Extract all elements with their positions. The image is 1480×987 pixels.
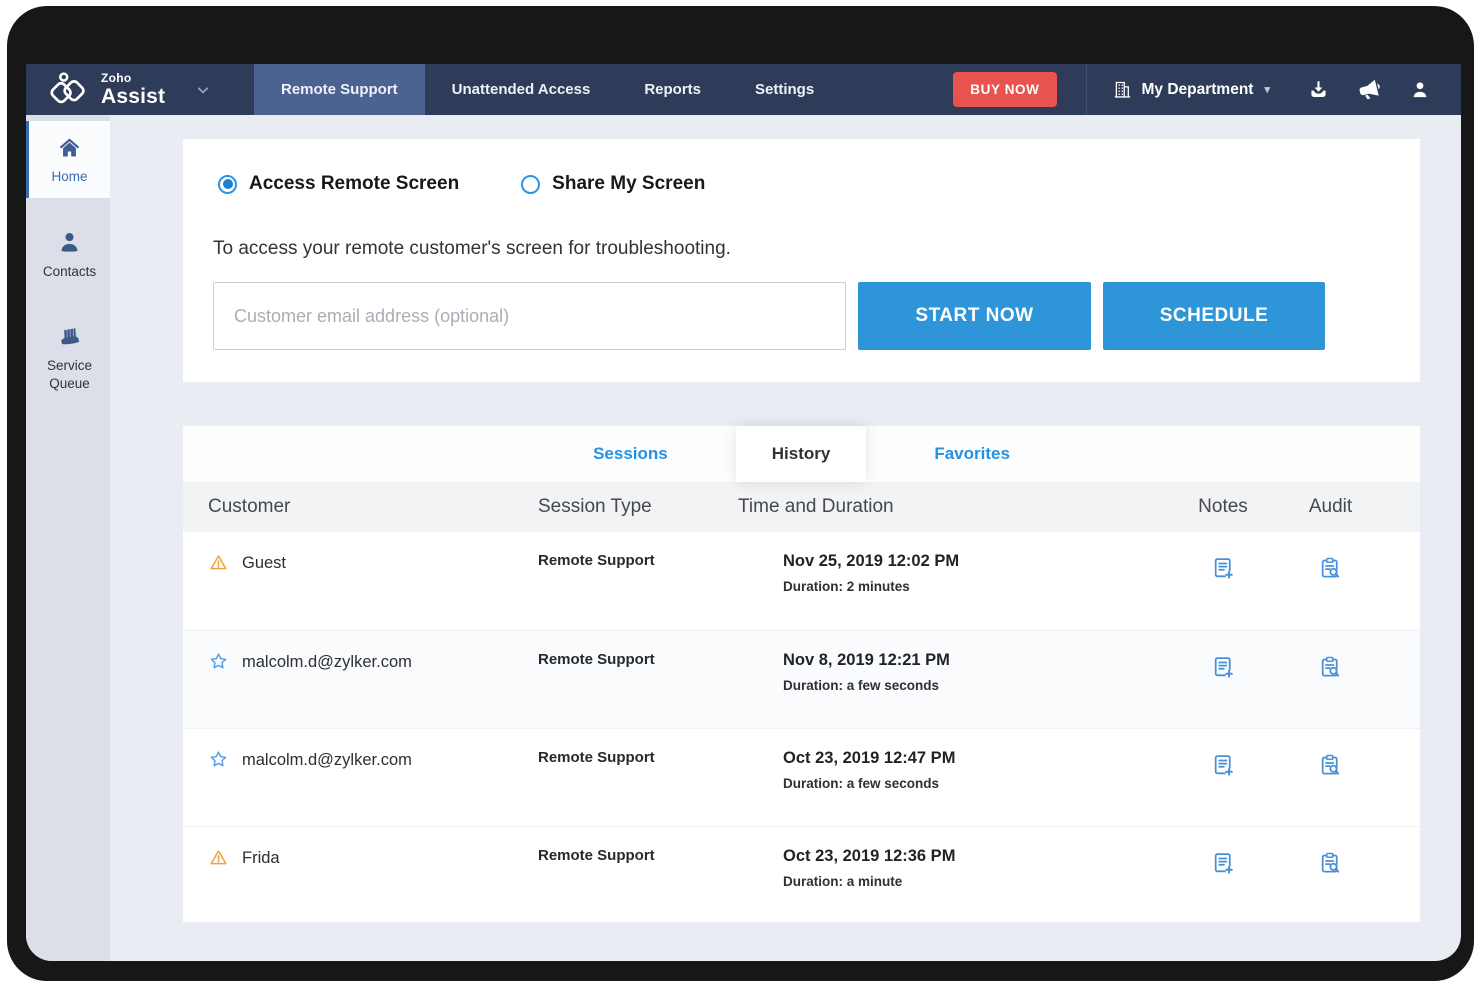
warning-icon [208, 552, 229, 573]
app-window: Zoho Assist Remote Support Unattended Ac… [26, 64, 1461, 961]
session-time: Oct 23, 2019 12:36 PM [783, 847, 1163, 866]
home-icon [56, 134, 83, 161]
customer-name: malcolm.d@zylker.com [242, 653, 412, 672]
top-navigation-bar: Zoho Assist Remote Support Unattended Ac… [26, 64, 1461, 115]
tab-settings[interactable]: Settings [728, 64, 841, 115]
radio-selected-icon [218, 175, 237, 194]
audit-search-icon[interactable] [1318, 851, 1343, 876]
col-header-notes: Notes [1163, 496, 1283, 518]
sidebar-item-contacts[interactable]: Contacts [26, 216, 110, 293]
tab-unattended-access[interactable]: Unattended Access [425, 64, 618, 115]
announcement-icon[interactable] [1357, 77, 1382, 102]
department-selector[interactable]: My Department ▾ [1112, 79, 1271, 100]
nav-right-section: BUY NOW My Department ▾ [953, 64, 1461, 115]
main-content: Access Remote Screen Share My Screen To … [110, 115, 1461, 961]
schedule-button[interactable]: SCHEDULE [1103, 282, 1325, 350]
service-queue-icon [56, 323, 83, 350]
tab-reports[interactable]: Reports [617, 64, 728, 115]
customer-name: Guest [242, 554, 286, 573]
session-time: Nov 25, 2019 12:02 PM [783, 552, 1163, 571]
table-row[interactable]: malcolm.d@zylker.com Remote Support Nov … [183, 630, 1420, 728]
session-type: Remote Support [538, 651, 738, 728]
col-header-audit: Audit [1283, 496, 1378, 518]
brand-company: Zoho [101, 72, 165, 84]
session-duration: Duration: 2 minutes [783, 579, 1163, 594]
history-tabs: Sessions History Favorites [183, 426, 1420, 482]
nav-divider [1086, 64, 1087, 115]
contacts-icon [56, 229, 83, 256]
main-nav-tabs: Remote Support Unattended Access Reports… [254, 64, 841, 115]
warning-icon [208, 847, 229, 868]
audit-search-icon[interactable] [1318, 556, 1343, 581]
col-header-session-type: Session Type [538, 496, 738, 518]
customer-email-input[interactable] [213, 282, 846, 350]
col-header-time-duration: Time and Duration [738, 496, 1163, 518]
radio-access-remote-screen[interactable]: Access Remote Screen [218, 173, 459, 195]
table-row[interactable]: Guest Remote Support Nov 25, 2019 12:02 … [183, 532, 1420, 630]
brand-logo[interactable]: Zoho Assist [26, 64, 254, 115]
table-header-row: Customer Session Type Time and Duration … [183, 482, 1420, 532]
session-mode-radios: Access Remote Screen Share My Screen [218, 173, 705, 195]
zoho-assist-logo-icon [48, 69, 90, 111]
session-duration: Duration: a few seconds [783, 678, 1163, 693]
session-time: Oct 23, 2019 12:47 PM [783, 749, 1163, 768]
sidebar: Home Contacts Service Queue [26, 115, 110, 961]
sidebar-item-label: Home [51, 168, 87, 186]
customer-name: Frida [242, 849, 280, 868]
start-now-button[interactable]: START NOW [858, 282, 1091, 350]
notes-add-icon[interactable] [1211, 655, 1236, 680]
session-duration: Duration: a few seconds [783, 776, 1163, 791]
tab-favorites[interactable]: Favorites [898, 426, 1046, 482]
radio-unselected-icon [521, 175, 540, 194]
session-start-panel: Access Remote Screen Share My Screen To … [183, 139, 1420, 382]
session-type: Remote Support [538, 847, 738, 913]
device-frame: Zoho Assist Remote Support Unattended Ac… [7, 6, 1474, 981]
star-icon[interactable] [208, 749, 229, 770]
sidebar-item-home[interactable]: Home [26, 121, 110, 198]
sidebar-item-label: Service Queue [32, 357, 107, 392]
session-type: Remote Support [538, 749, 738, 826]
brand-product: Assist [101, 86, 165, 107]
department-caret-icon: ▾ [1264, 83, 1270, 96]
buy-now-button[interactable]: BUY NOW [953, 72, 1056, 107]
session-type: Remote Support [538, 552, 738, 630]
audit-search-icon[interactable] [1318, 753, 1343, 778]
radio-label: Access Remote Screen [249, 173, 459, 195]
tab-remote-support[interactable]: Remote Support [254, 64, 425, 115]
notes-add-icon[interactable] [1211, 556, 1236, 581]
form-description: To access your remote customer's screen … [213, 238, 731, 260]
table-row[interactable]: Frida Remote Support Oct 23, 2019 12:36 … [183, 826, 1420, 913]
user-icon[interactable] [1409, 79, 1431, 101]
session-time: Nov 8, 2019 12:21 PM [783, 651, 1163, 670]
sessions-history-panel: Sessions History Favorites Customer Sess… [183, 426, 1420, 922]
notes-add-icon[interactable] [1211, 753, 1236, 778]
radio-share-my-screen[interactable]: Share My Screen [521, 173, 705, 195]
notes-add-icon[interactable] [1211, 851, 1236, 876]
download-icon[interactable] [1307, 78, 1330, 101]
session-duration: Duration: a minute [783, 874, 1163, 889]
brand-text: Zoho Assist [101, 72, 165, 107]
audit-search-icon[interactable] [1318, 655, 1343, 680]
radio-label: Share My Screen [552, 173, 705, 195]
app-switcher-chevron-icon[interactable] [193, 80, 213, 100]
tab-sessions[interactable]: Sessions [557, 426, 704, 482]
sidebar-item-service-queue[interactable]: Service Queue [26, 310, 110, 404]
department-label: My Department [1142, 81, 1254, 99]
department-building-icon [1112, 79, 1133, 100]
table-row[interactable]: malcolm.d@zylker.com Remote Support Oct … [183, 728, 1420, 826]
customer-name: malcolm.d@zylker.com [242, 751, 412, 770]
col-header-customer: Customer [208, 496, 538, 518]
star-icon[interactable] [208, 651, 229, 672]
sidebar-item-label: Contacts [43, 263, 96, 281]
tab-history[interactable]: History [736, 426, 867, 482]
